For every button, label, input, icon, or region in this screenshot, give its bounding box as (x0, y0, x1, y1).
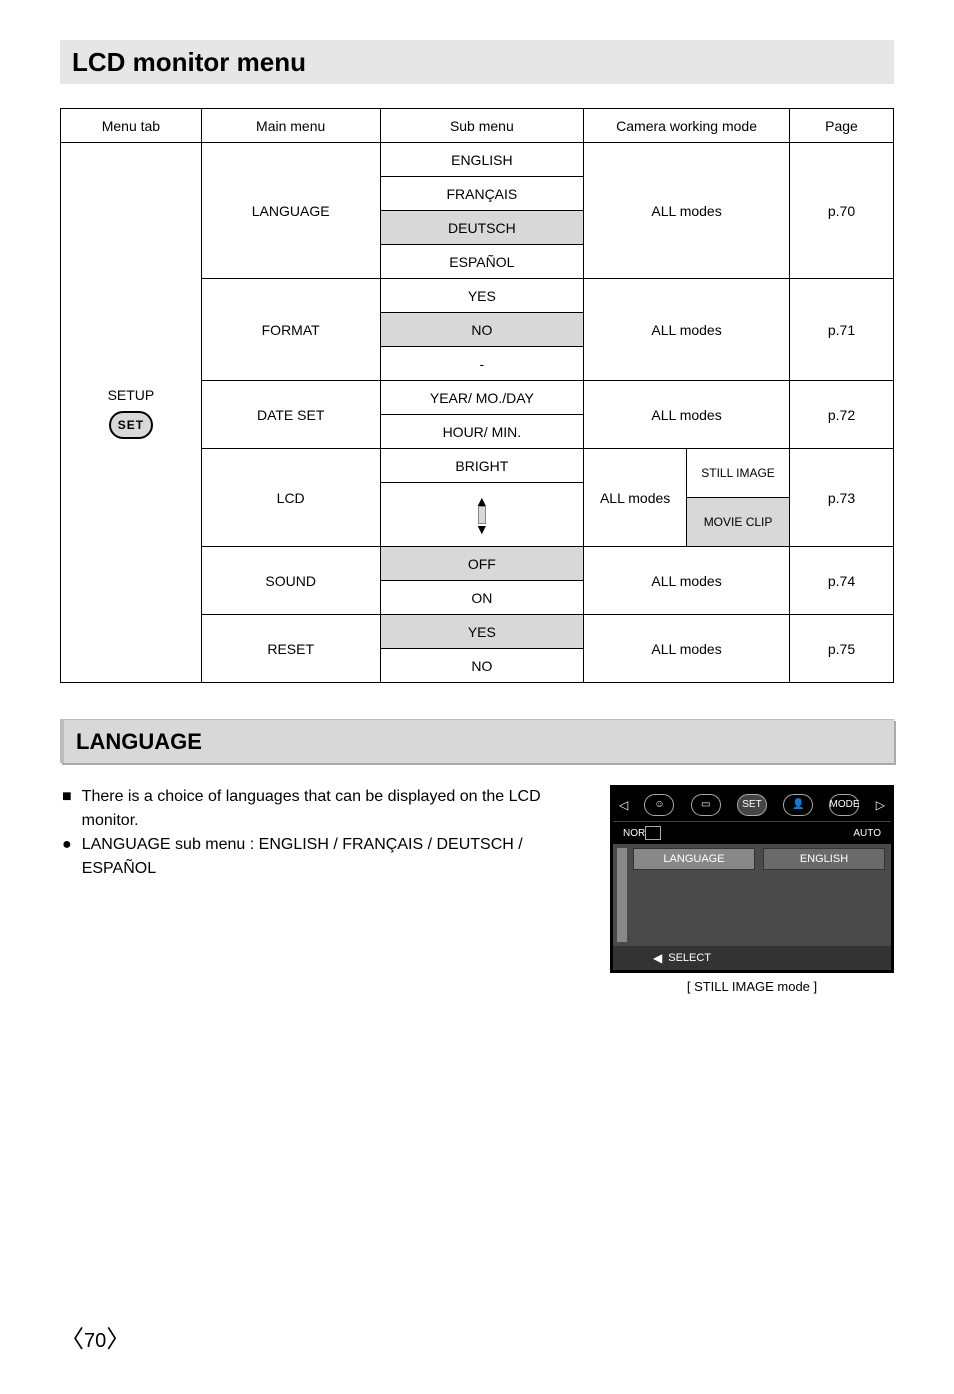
footer-select-label: SELECT (668, 952, 711, 964)
th-mode: Camera working mode (584, 109, 790, 143)
page-number: 〈70〉 (60, 1319, 130, 1354)
page-cell: p.73 (789, 449, 893, 547)
section-title-language: LANGUAGE (60, 719, 894, 763)
page-title: LCD monitor menu (60, 40, 894, 84)
sub-menu-lcd-widget: ▲ ▼ (380, 483, 584, 547)
th-main-menu: Main menu (201, 109, 380, 143)
set-icon: SET (737, 794, 767, 816)
sub-menu-cell: YES (380, 615, 584, 649)
sub-menu-cell: FRANÇAIS (380, 177, 584, 211)
mode-cell: ALL modes (584, 381, 790, 449)
page-cell: p.70 (789, 143, 893, 279)
lcd-preview-wrapper: ◁ ☺ ▭ SET 👤 MODE ▷ NOR AUTO LANGUAGE ENG… (610, 785, 894, 994)
page-cell: p.72 (789, 381, 893, 449)
main-menu-language: LANGUAGE (201, 143, 380, 279)
round-bullet-icon: ● (60, 833, 74, 881)
page-cell: p.71 (789, 279, 893, 381)
th-menu-tab: Menu tab (61, 109, 202, 143)
table-header-row: Menu tab Main menu Sub menu Camera worki… (61, 109, 894, 143)
mode-movie: MOVIE CLIP (687, 498, 789, 547)
main-menu-lcd: LCD (201, 449, 380, 547)
palette-icon: ☺ (644, 794, 674, 816)
sub-menu-cell: HOUR/ MIN. (380, 415, 584, 449)
brightness-slider-icon: ▲ ▼ (475, 496, 489, 534)
sub-menu-cell: DEUTSCH (380, 211, 584, 245)
camera-lcd-preview: ◁ ☺ ▭ SET 👤 MODE ▷ NOR AUTO LANGUAGE ENG… (610, 785, 894, 973)
subbar-nor: NOR (623, 828, 645, 839)
sub-menu-cell: YES (380, 279, 584, 313)
mode-cell: ALL modes (584, 143, 790, 279)
mode-all: ALL modes (584, 449, 686, 546)
left-triangle-icon: ◁ (619, 798, 628, 812)
mode-icon: MODE (829, 794, 859, 816)
square-bullet-icon: ■ (60, 785, 74, 833)
set-badge-icon: SET (109, 411, 153, 439)
page-cell: p.74 (789, 547, 893, 615)
sub-menu-cell: OFF (380, 547, 584, 581)
main-menu-format: FORMAT (201, 279, 380, 381)
lcd-body: LANGUAGE ENGLISH (613, 844, 891, 946)
page-cell: p.75 (789, 615, 893, 683)
sub-menu-cell: BRIGHT (380, 449, 584, 483)
sub-menu-cell: NO (380, 313, 584, 347)
lcd-footer: ◀ SELECT (613, 946, 891, 970)
menu-tab-cell: SETUP SET (61, 143, 202, 683)
mode-cell-split: ALL modes STILL IMAGE MOVIE CLIP (584, 449, 790, 547)
body-line-2: ● LANGUAGE sub menu : ENGLISH / FRANÇAIS… (60, 833, 590, 881)
person-icon: 👤 (783, 794, 813, 816)
sub-menu-cell: - (380, 347, 584, 381)
lcd-scrollbar (617, 848, 627, 942)
subbar-auto: AUTO (853, 828, 881, 839)
doc-icon: ▭ (691, 794, 721, 816)
body-text-2: LANGUAGE sub menu : ENGLISH / FRANÇAIS /… (82, 833, 590, 881)
sub-menu-cell: NO (380, 649, 584, 683)
chip-icon (645, 826, 661, 840)
lcd-topbar: ◁ ☺ ▭ SET 👤 MODE ▷ (613, 788, 891, 822)
footer-left-triangle-icon: ◀ (653, 951, 662, 965)
lcd-caption: [ STILL IMAGE mode ] (610, 979, 894, 994)
sub-menu-cell: ENGLISH (380, 143, 584, 177)
menu-tab-label: SETUP (108, 387, 155, 403)
body-text-1: There is a choice of languages that can … (82, 785, 590, 833)
sub-menu-cell: ON (380, 581, 584, 615)
sub-menu-cell: YEAR/ MO./DAY (380, 381, 584, 415)
th-page: Page (789, 109, 893, 143)
main-menu-reset: RESET (201, 615, 380, 683)
menu-table: Menu tab Main menu Sub menu Camera worki… (60, 108, 894, 683)
right-triangle-icon: ▷ (876, 798, 885, 812)
mode-cell: ALL modes (584, 615, 790, 683)
main-menu-dateset: DATE SET (201, 381, 380, 449)
mode-cell: ALL modes (584, 279, 790, 381)
body-line-1: ■ There is a choice of languages that ca… (60, 785, 590, 833)
th-sub-menu: Sub menu (380, 109, 584, 143)
lcd-cell-language: LANGUAGE (633, 848, 755, 870)
main-menu-sound: SOUND (201, 547, 380, 615)
lcd-subbar: NOR AUTO (613, 822, 891, 844)
lcd-cell-english: ENGLISH (763, 848, 885, 870)
mode-still: STILL IMAGE (687, 449, 789, 498)
sub-menu-cell: ESPAÑOL (380, 245, 584, 279)
mode-cell: ALL modes (584, 547, 790, 615)
